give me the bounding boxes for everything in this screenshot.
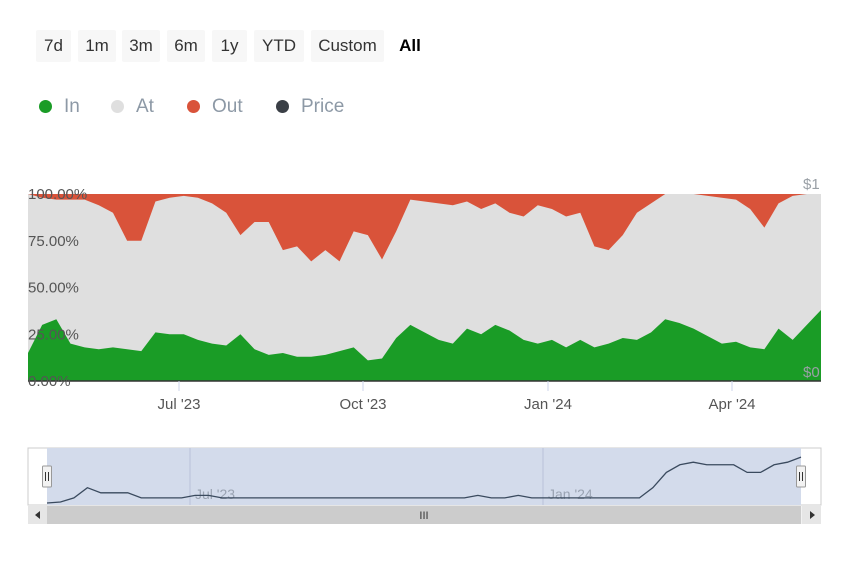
x-tick-label: Jan '24 <box>524 396 572 413</box>
y-tick-label: 75.00% <box>28 233 79 250</box>
navigator-tick-label: Jan '24 <box>548 486 593 502</box>
chart: 0.00% 25.00% 50.00% 75.00% 100.00% $1 $0 Jul '2… <box>27 176 822 524</box>
x-tick-label: Apr '24 <box>708 396 755 413</box>
scroll-left-button[interactable] <box>28 506 47 524</box>
y-tick-label: 25.00% <box>28 326 79 343</box>
navigator-tick-label: Jul '23 <box>195 486 235 502</box>
x-tick-label: Oct '23 <box>339 396 386 413</box>
y-tick-label: 0.00% <box>28 373 71 390</box>
navigator-right-handle[interactable] <box>796 465 806 488</box>
x-tick-label: Jul '23 <box>158 396 201 413</box>
scroll-right-button[interactable] <box>802 506 821 524</box>
navigator-selection[interactable] <box>47 448 801 505</box>
y2-tick-label: $1 <box>803 176 820 193</box>
y-tick-label: 100.00% <box>28 186 87 203</box>
scrollbar-grip-icon: III <box>419 510 428 522</box>
y2-tick-label: $0 <box>803 364 820 381</box>
navigator-left-handle[interactable] <box>42 465 52 488</box>
y-tick-label: 50.00% <box>28 280 79 297</box>
